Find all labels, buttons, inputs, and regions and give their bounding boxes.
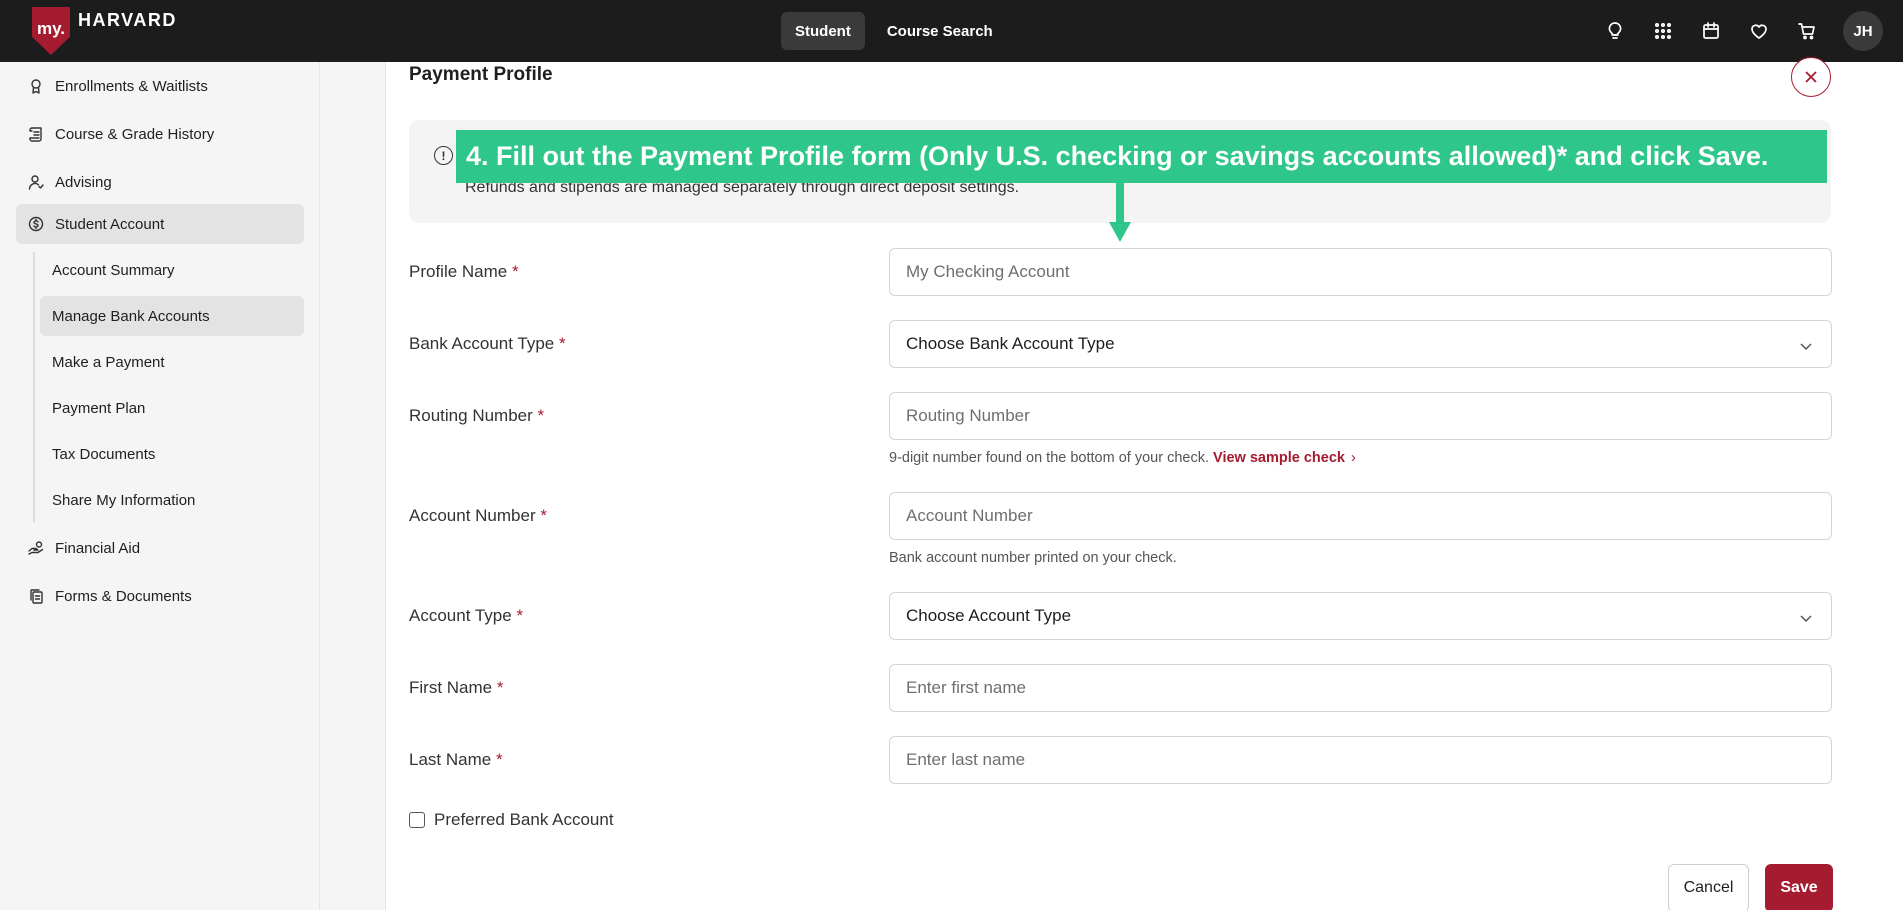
sidebar-item-enrollments[interactable]: Enrollments & Waitlists bbox=[16, 66, 304, 106]
chevron-down-icon bbox=[1799, 338, 1813, 352]
profile-name-label: Profile Name * bbox=[409, 262, 519, 281]
sidebar: Enrollments & Waitlists Course & Grade H… bbox=[0, 62, 320, 910]
first-name-input[interactable]: Enter first name bbox=[889, 664, 1832, 712]
calendar-icon[interactable] bbox=[1695, 11, 1727, 51]
close-icon bbox=[1805, 71, 1817, 83]
logo-wordmark: HARVARD bbox=[78, 9, 177, 30]
sidebar-item-label: Course & Grade History bbox=[55, 125, 215, 143]
tutorial-step-banner: 4. Fill out the Payment Profile form (On… bbox=[456, 130, 1827, 183]
sidebar-item-label: Financial Aid bbox=[55, 539, 141, 557]
sidebar-subitem-payment-plan[interactable]: Payment Plan bbox=[40, 388, 304, 428]
preferred-bank-account-label: Preferred Bank Account bbox=[434, 810, 614, 829]
sidebar-item-label: Advising bbox=[55, 173, 112, 191]
main-nav: Student Course Search bbox=[781, 12, 1007, 50]
logo-my-text: my. bbox=[36, 19, 66, 38]
tutorial-arrowhead-icon bbox=[1109, 222, 1131, 242]
account-type-select[interactable]: Choose Account Type bbox=[889, 592, 1832, 640]
sidebar-item-label: Enrollments & Waitlists bbox=[55, 77, 208, 95]
cart-icon[interactable] bbox=[1791, 11, 1823, 51]
award-icon bbox=[28, 78, 44, 94]
sidebar-item-label: Forms & Documents bbox=[55, 587, 192, 605]
sidebar-subitem-manage-bank-accounts[interactable]: Manage Bank Accounts bbox=[40, 296, 304, 336]
profile-name-input[interactable]: My Checking Account bbox=[889, 248, 1832, 296]
sidebar-subitem-account-summary[interactable]: Account Summary bbox=[40, 250, 304, 290]
nav-course-search[interactable]: Course Search bbox=[873, 12, 1007, 50]
preferred-bank-account-row: Preferred Bank Account bbox=[409, 810, 614, 830]
page-title: Payment Profile bbox=[409, 64, 553, 85]
scroll-icon bbox=[28, 126, 44, 142]
last-name-input[interactable]: Enter last name bbox=[889, 736, 1832, 784]
bank-account-type-select[interactable]: Choose Bank Account Type bbox=[889, 320, 1832, 368]
harvard-shield-logo: my. bbox=[32, 7, 70, 55]
last-name-label: Last Name * bbox=[409, 750, 503, 769]
apps-grid-icon[interactable] bbox=[1647, 11, 1679, 51]
sidebar-subitem-tax-documents[interactable]: Tax Documents bbox=[40, 434, 304, 474]
chevron-right-icon: › bbox=[1350, 450, 1356, 466]
sidebar-item-course-grade-history[interactable]: Course & Grade History bbox=[16, 114, 304, 154]
sidebar-subitem-share-my-information[interactable]: Share My Information bbox=[40, 480, 304, 520]
routing-number-label: Routing Number * bbox=[409, 406, 545, 425]
bank-account-type-label: Bank Account Type * bbox=[409, 334, 566, 353]
save-button[interactable]: Save bbox=[1765, 864, 1833, 910]
tutorial-arrow-icon bbox=[1116, 183, 1124, 225]
chevron-down-icon bbox=[1799, 610, 1813, 624]
header-actions: JH bbox=[1599, 11, 1883, 51]
person-icon bbox=[28, 174, 44, 190]
sidebar-item-financial-aid[interactable]: Financial Aid bbox=[16, 528, 304, 568]
account-type-label: Account Type * bbox=[409, 606, 524, 625]
cancel-button[interactable]: Cancel bbox=[1668, 864, 1749, 910]
sidebar-item-forms-documents[interactable]: Forms & Documents bbox=[16, 576, 304, 616]
account-number-label: Account Number * bbox=[409, 506, 547, 525]
heart-icon[interactable] bbox=[1743, 11, 1775, 51]
view-sample-check-link[interactable]: View sample check bbox=[1213, 450, 1345, 466]
account-type-value: Choose Account Type bbox=[906, 606, 1072, 625]
sidebar-subitem-make-a-payment[interactable]: Make a Payment bbox=[40, 342, 304, 382]
lightbulb-icon[interactable] bbox=[1599, 11, 1631, 51]
dollar-circle-icon bbox=[28, 216, 44, 232]
first-name-label: First Name * bbox=[409, 678, 504, 697]
submenu-rail bbox=[33, 252, 35, 522]
top-navigation-bar: my. HARVARD Student Course Search JH bbox=[0, 0, 1903, 62]
routing-number-help: 9-digit number found on the bottom of yo… bbox=[889, 450, 1356, 466]
info-icon: ! bbox=[434, 146, 453, 165]
bank-account-type-value: Choose Bank Account Type bbox=[906, 334, 1115, 353]
documents-icon bbox=[28, 588, 44, 604]
myharvard-logo[interactable]: my. HARVARD bbox=[32, 6, 177, 56]
close-button[interactable] bbox=[1791, 57, 1831, 97]
routing-number-input[interactable]: Routing Number bbox=[889, 392, 1832, 440]
preferred-bank-account-checkbox[interactable] bbox=[409, 812, 425, 828]
nav-student[interactable]: Student bbox=[781, 12, 865, 50]
sidebar-item-advising[interactable]: Advising bbox=[16, 162, 304, 202]
account-number-help: Bank account number printed on your chec… bbox=[889, 550, 1177, 566]
user-avatar[interactable]: JH bbox=[1843, 11, 1883, 51]
hand-coin-icon bbox=[28, 540, 44, 556]
sidebar-item-label: Student Account bbox=[55, 215, 165, 233]
account-number-input[interactable]: Account Number bbox=[889, 492, 1832, 540]
sidebar-item-student-account[interactable]: Student Account bbox=[16, 204, 304, 244]
